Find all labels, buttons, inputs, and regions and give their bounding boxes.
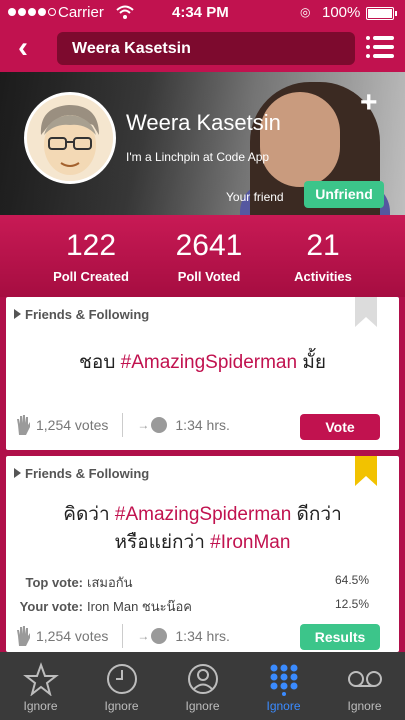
bookmark-ribbon-icon[interactable]: [355, 456, 377, 486]
stat-label: Poll Created: [53, 269, 129, 284]
arrow-right-icon: →: [137, 418, 150, 432]
cover-photo-face: [260, 92, 340, 187]
carrier-label: Carrier: [58, 4, 104, 21]
person-icon: [187, 664, 218, 694]
question-text: มั้ย: [297, 352, 326, 373]
poll-question: ชอบ #AmazingSpiderman มั้ย: [6, 349, 399, 377]
add-friend-plus-icon[interactable]: +: [360, 88, 378, 118]
divider: [122, 624, 124, 648]
hashtag-link[interactable]: #IronMan: [210, 532, 290, 553]
section-label: Friends & Following: [25, 307, 150, 322]
profile-cover: + Weera Kasetsin I'm a Linchpin at Code …: [0, 72, 405, 215]
status-bar: Carrier 4:34 PM ◎ 100%: [0, 0, 405, 26]
clock-icon: [106, 664, 137, 694]
menu-list-icon[interactable]: [366, 36, 394, 58]
stat-label: Activities: [294, 269, 352, 284]
top-vote-percent: 64.5%: [334, 573, 369, 587]
stat-value: 122: [65, 229, 117, 262]
page-title: Weera Kasetsin: [57, 32, 355, 65]
top-vote-value: เสมอกัน: [87, 575, 133, 590]
hashtag-link[interactable]: #AmazingSpiderman: [121, 352, 297, 373]
triangle-icon: [14, 309, 21, 319]
question-text: หรือแย่กว่า: [114, 532, 211, 553]
tab-label: Ignore: [23, 699, 58, 713]
your-vote-row: Your vote: Iron Man ชนะน๊อค: [6, 596, 192, 617]
voicemail-icon: [347, 671, 382, 687]
battery-percent: 100%: [322, 4, 361, 21]
vote-count: 1,254 votes: [36, 628, 109, 644]
clock-time: 4:34 PM: [172, 4, 229, 21]
avatar[interactable]: [24, 92, 116, 184]
profile-tagline: I'm a Linchpin at Code App: [126, 150, 270, 164]
bookmark-ribbon-icon[interactable]: [355, 297, 377, 327]
clock-icon: [151, 628, 168, 644]
tab-favorites[interactable]: Ignore: [0, 652, 81, 720]
top-vote-row: Top vote: เสมอกัน: [6, 572, 133, 593]
time-remaining: 1:34 hrs.: [175, 628, 230, 644]
battery-icon: [366, 7, 397, 20]
unfriend-button[interactable]: Unfriend: [304, 181, 384, 208]
divider: [122, 413, 124, 437]
tab-keypad[interactable]: Ignore: [243, 652, 324, 720]
results-button[interactable]: Results: [300, 624, 380, 650]
stat-poll-created[interactable]: 122 Poll Created: [26, 229, 156, 284]
section-label: Friends & Following: [25, 466, 150, 481]
top-vote-label: Top vote:: [25, 575, 83, 590]
vote-count: 1,254 votes: [36, 417, 109, 433]
signal-strength-icon: [8, 8, 56, 16]
stat-value: 2641: [175, 229, 243, 262]
poll-meta: 1,254 votes → 1:34 hrs.: [16, 624, 230, 648]
tab-contacts[interactable]: Ignore: [162, 652, 243, 720]
stat-label: Poll Voted: [177, 269, 241, 284]
question-text: คิดว่า: [63, 504, 115, 525]
rotation-lock-icon: ◎: [300, 5, 311, 19]
poll-question-line2: หรือแย่กว่า #IronMan: [6, 529, 399, 557]
wifi-icon: [116, 5, 134, 19]
poll-card[interactable]: Friends & Following ชอบ #AmazingSpiderma…: [6, 297, 399, 450]
poll-section-header: Friends & Following: [14, 307, 149, 322]
poll-card[interactable]: Friends & Following คิดว่า #AmazingSpide…: [6, 456, 399, 652]
tab-recents[interactable]: Ignore: [81, 652, 162, 720]
your-vote-value: Iron Man ชนะน๊อค: [87, 599, 192, 614]
your-vote-label: Your vote:: [19, 599, 83, 614]
poll-section-header: Friends & Following: [14, 466, 149, 481]
poll-question: คิดว่า #AmazingSpiderman ดีกว่า: [6, 501, 399, 529]
arrow-right-icon: →: [137, 629, 150, 643]
friend-status: Your friend: [226, 190, 284, 204]
tab-label: Ignore: [266, 699, 301, 713]
raised-hand-icon: [17, 626, 30, 646]
raised-hand-icon: [17, 415, 30, 435]
stat-value: 21: [306, 229, 340, 262]
tab-label: Ignore: [347, 699, 382, 713]
poll-meta: 1,254 votes → 1:34 hrs.: [16, 413, 230, 437]
triangle-icon: [14, 468, 21, 478]
cartoon-avatar-icon: [27, 95, 113, 181]
stat-activities[interactable]: 21 Activities: [258, 229, 388, 284]
grid-icon: [270, 664, 297, 696]
profile-stats: 122 Poll Created 2641 Poll Voted 21 Acti…: [0, 215, 405, 297]
hashtag-link[interactable]: #AmazingSpiderman: [115, 504, 291, 525]
time-remaining: 1:34 hrs.: [175, 417, 230, 433]
tab-bar: Ignore Ignore Ignore Ignore Ignore: [0, 652, 405, 720]
stat-poll-voted[interactable]: 2641 Poll Voted: [144, 229, 274, 284]
star-icon: [22, 662, 59, 696]
navigation-bar: ‹ Weera Kasetsin: [0, 26, 405, 72]
tab-voicemail[interactable]: Ignore: [324, 652, 405, 720]
tab-label: Ignore: [185, 699, 220, 713]
question-text: ชอบ: [79, 352, 121, 373]
question-text: ดีกว่า: [291, 504, 342, 525]
back-chevron-icon[interactable]: ‹: [10, 32, 36, 64]
tab-label: Ignore: [104, 699, 139, 713]
your-vote-percent: 12.5%: [334, 597, 369, 611]
clock-icon: [151, 417, 168, 433]
profile-name: Weera Kasetsin: [126, 110, 281, 135]
vote-button[interactable]: Vote: [300, 414, 380, 440]
